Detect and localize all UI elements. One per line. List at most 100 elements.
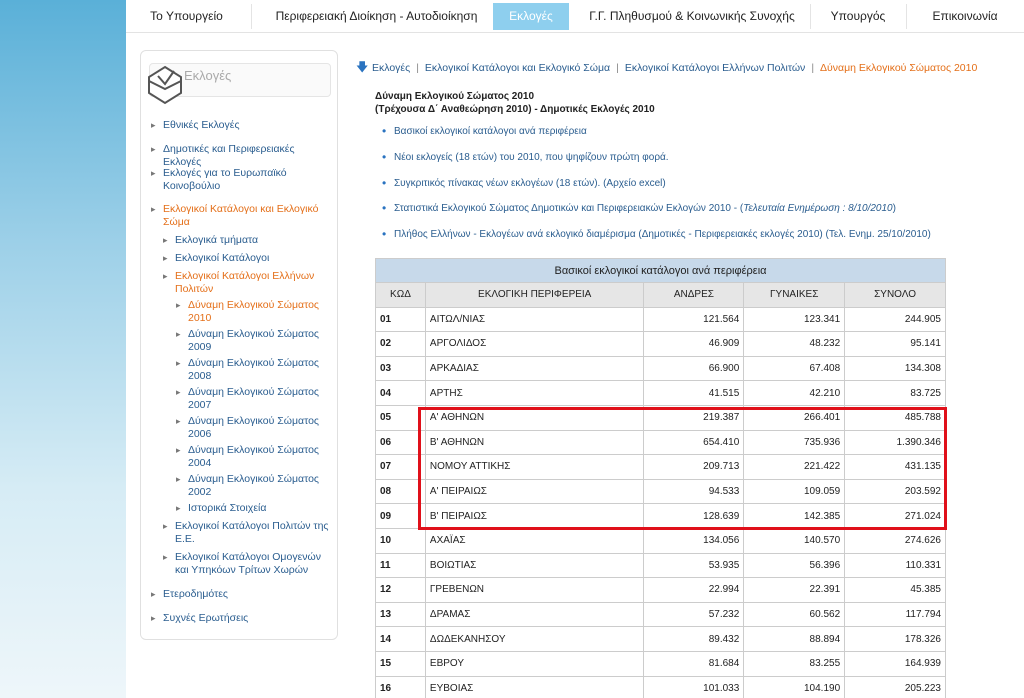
sidebar-item-label: Δύναμη Εκλογικού Σώματος 2009 [188, 328, 319, 353]
table-row: 05 Α' ΑΘΗΝΩΝ 219.387 266.401 485.788 [375, 404, 946, 431]
nav-item-population-secretariat[interactable]: Γ.Γ. Πληθυσμού & Κοινωνικής Συνοχής [581, 3, 803, 30]
cell-region: ΑΧΑΪΑΣ [424, 527, 645, 554]
breadcrumb: 🡇 Εκλογές | Εκλογικοί Κατάλογοι και Εκλογικ… [356, 58, 977, 74]
cell-women: 22.391 [743, 577, 846, 603]
sidebar-item-electorate-2004[interactable]: ▸ Δύναμη Εκλογικού Σώματος 2004 [176, 444, 323, 470]
nav-item-contact[interactable]: Επικοινωνία [914, 3, 1016, 30]
cell-men: 101.033 [643, 675, 745, 698]
nav-separator [810, 4, 811, 29]
cell-code: 13 [375, 601, 426, 628]
cell-region: ΑΡΤΗΣ [424, 380, 645, 406]
cell-code: 05 [375, 404, 426, 431]
cell-code: 01 [375, 306, 426, 333]
sidebar-item-electorate-2007[interactable]: ▸ Δύναμη Εκλογικού Σώματος 2007 [176, 386, 323, 412]
sidebar-item-label: Ιστορικά Στοιχεία [188, 502, 267, 514]
column-header-total: ΣΥΝΟΛΟ [844, 282, 946, 308]
link-comparative-table[interactable]: • Συγκριτικός πίνακας νέων εκλογέων (18 ε… [382, 177, 666, 189]
bullet-icon: • [382, 150, 387, 164]
breadcrumb-electoral-rolls[interactable]: Εκλογικοί Κατάλογοι και Εκλογικό Σώμα [425, 62, 610, 74]
breadcrumb-separator: | [616, 62, 619, 74]
sidebar-item-label: Συχνές Ερωτήσεις [163, 612, 249, 624]
cell-total: 431.135 [844, 454, 946, 480]
sidebar-item-electorate-2010[interactable]: ▸ Δύναμη Εκλογικού Σώματος 2010 [176, 299, 323, 325]
nav-item-ministry[interactable]: Το Υπουργείο [128, 3, 245, 30]
sidebar-item-faq[interactable]: ▸ Συχνές Ερωτήσεις [151, 612, 333, 625]
nav-item-minister[interactable]: Υπουργός [818, 3, 898, 30]
sidebar-item-label: Εκλογές για το Ευρωπαϊκό Κοινοβούλιο [163, 167, 287, 192]
sidebar-item-eu-citizens-lists[interactable]: ▸ Εκλογικοί Κατάλογοι Πολιτών της Ε.Ε. [163, 520, 333, 546]
cell-women: 221.422 [743, 454, 846, 480]
cell-men: 41.515 [643, 380, 745, 406]
cell-region: ΝΟΜΟΥ ΑΤΤΙΚΗΣ [424, 454, 645, 480]
link-basic-lists[interactable]: • Βασικοί εκλογικοί κατάλογοι ανά περιφέρ… [382, 125, 587, 137]
nav-item-regional-administration[interactable]: Περιφερειακή Διοίκηση - Αυτοδιοίκηση [259, 3, 494, 30]
link-statistics[interactable]: • Στατιστικά Εκλογικού Σώματος Δημοτικών … [382, 202, 896, 214]
link-text: Βασικοί εκλογικοί κατάλογοι ανά περιφέρε… [394, 126, 587, 137]
sidebar-item-electorate-2006[interactable]: ▸ Δύναμη Εκλογικού Σώματος 2006 [176, 415, 323, 441]
sidebar-item-label: Δύναμη Εκλογικού Σώματος 2008 [188, 357, 319, 382]
cell-code: 14 [375, 626, 426, 652]
link-voters-per-district[interactable]: • Πλήθος Ελλήνων - Εκλογέων ανά εκλογικό … [382, 228, 931, 240]
sidebar-item-european-elections[interactable]: ▸ Εκλογές για το Ευρωπαϊκό Κοινοβούλιο [151, 167, 333, 193]
cell-code: 08 [375, 478, 426, 505]
cell-region: ΑΡΚΑΔΙΑΣ [424, 355, 645, 382]
sidebar-item-historical-data[interactable]: ▸ Ιστορικά Στοιχεία [176, 502, 323, 515]
cell-total: 117.794 [844, 601, 946, 628]
cell-total: 110.331 [844, 552, 946, 579]
cell-women: 56.396 [743, 552, 846, 579]
cell-region: ΕΒΡΟΥ [424, 650, 645, 677]
sidebar-item-electorate-2009[interactable]: ▸ Δύναμη Εκλογικού Σώματος 2009 [176, 328, 323, 354]
cell-region: Β' ΑΘΗΝΩΝ [424, 429, 645, 456]
link-new-voters[interactable]: • Νέοι εκλογείς (18 ετών) του 2010, που ψ… [382, 151, 669, 163]
table-row: 07 ΝΟΜΟΥ ΑΤΤΙΚΗΣ 209.713 221.422 431.135 [375, 454, 946, 480]
link-text: Συγκριτικός πίνακας νέων εκλογέων (18 ετ… [394, 178, 666, 189]
bullet-icon: • [382, 227, 387, 241]
cell-total: 83.725 [844, 380, 946, 406]
arrow-right-icon: ▸ [176, 358, 181, 368]
cell-region: ΔΡΑΜΑΣ [424, 601, 645, 628]
cell-total: 95.141 [844, 331, 946, 357]
top-navigation: Το Υπουργείο Περιφερειακή Διοίκηση - Αυτ… [126, 0, 1024, 33]
sidebar-item-label: Εκλογικοί Κατάλογοι και Εκλογικό Σώμα [163, 203, 319, 228]
sidebar-item-expatriates-lists[interactable]: ▸ Εκλογικοί Κατάλογοι Ομογενών και Υπηκόω… [163, 551, 333, 577]
sidebar-item-municipal-elections[interactable]: ▸ Δημοτικές και Περιφερειακές Εκλογές [151, 143, 333, 169]
column-header-women: ΓΥΝΑΙΚΕΣ [743, 282, 846, 308]
link-update-date: Τελευταία Ενημέρωση : 8/10/2010 [743, 203, 893, 214]
cell-code: 15 [375, 650, 426, 677]
column-header-region: ΕΚΛΟΓΙΚΗ ΠΕΡΙΦΕΡΕΙΑ [424, 282, 645, 308]
sidebar-item-label: Εκλογικά τμήματα [175, 234, 259, 246]
breadcrumb-greek-citizens[interactable]: Εκλογικοί Κατάλογοι Ελλήνων Πολιτών [625, 62, 805, 74]
sidebar-item-electoral-lists[interactable]: ▸ Εκλογικοί Κατάλογοι [163, 252, 333, 265]
nav-item-elections[interactable]: Εκλογές [493, 3, 569, 30]
bullet-icon: • [382, 176, 387, 190]
arrow-right-icon: ▸ [176, 300, 181, 310]
sidebar-item-electorate-2002[interactable]: ▸ Δύναμη Εκλογικού Σώματος 2002 [176, 473, 323, 499]
link-text: Πλήθος Ελλήνων - Εκλογέων ανά εκλογικό δ… [394, 229, 931, 240]
sidebar-item-electoral-rolls[interactable]: ▸ Εκλογικοί Κατάλογοι και Εκλογικό Σώμα [151, 203, 333, 229]
link-text-suffix: ) [892, 203, 896, 214]
cell-code: 06 [375, 429, 426, 456]
cell-total: 178.326 [844, 626, 946, 652]
breadcrumb-elections[interactable]: Εκλογές [372, 62, 410, 74]
cell-women: 67.408 [743, 355, 846, 382]
sidebar-item-greek-citizens-lists[interactable]: ▸ Εκλογικοί Κατάλογοι Ελλήνων Πολιτών [163, 270, 325, 296]
cell-region: Α' ΑΘΗΝΩΝ [424, 404, 645, 431]
cell-total: 244.905 [844, 306, 946, 333]
cell-total: 1.390.346 [844, 429, 946, 456]
sidebar-item-non-resident-voters[interactable]: ▸ Ετεροδημότες [151, 588, 333, 601]
cell-women: 109.059 [743, 478, 846, 505]
cell-women: 48.232 [743, 331, 846, 357]
cell-code: 09 [375, 503, 426, 529]
sidebar-item-national-elections[interactable]: ▸ Εθνικές Εκλογές [151, 119, 333, 132]
sidebar-item-label: Εκλογικοί Κατάλογοι Πολιτών της Ε.Ε. [175, 520, 329, 545]
sidebar-item-electoral-sections[interactable]: ▸ Εκλογικά τμήματα [163, 234, 333, 247]
bullet-icon: • [382, 124, 387, 138]
cell-women: 42.210 [743, 380, 846, 406]
arrow-right-icon: ▸ [163, 253, 168, 263]
nav-separator [906, 4, 907, 29]
sidebar: Εκλογές ▸ Εθνικές Εκλογές ▸ Δημοτικές και … [140, 50, 338, 640]
cell-region: ΕΥΒΟΙΑΣ [424, 675, 645, 698]
breadcrumb-separator: | [416, 62, 419, 74]
sidebar-item-electorate-2008[interactable]: ▸ Δύναμη Εκλογικού Σώματος 2008 [176, 357, 323, 383]
cell-men: 128.639 [643, 503, 745, 529]
